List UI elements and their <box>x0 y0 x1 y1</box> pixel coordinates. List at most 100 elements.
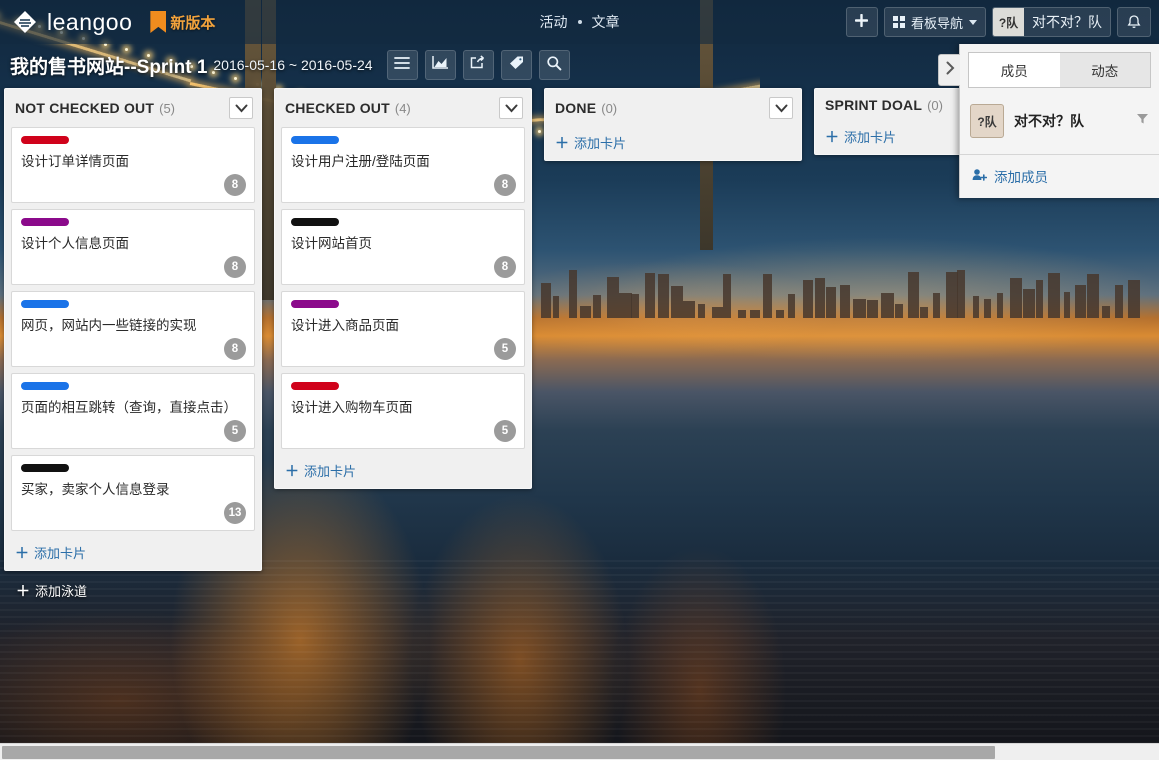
list-title: SPRINT DOAL <box>825 97 922 113</box>
card-title: 设计用户注册/登陆页面 <box>291 153 515 171</box>
user-name-label: 对不对？队 <box>1024 12 1110 32</box>
card[interactable]: 设计用户注册/登陆页面 8 <box>281 127 525 203</box>
add-user-icon <box>972 168 987 184</box>
card-title: 买家，卖家个人信息登录 <box>21 481 245 499</box>
card[interactable]: 设计进入购物车页面 5 <box>281 373 525 449</box>
card-title: 设计进入商品页面 <box>291 317 515 335</box>
tab-members[interactable]: 成员 <box>968 52 1060 88</box>
card[interactable]: 设计网站首页 8 <box>281 209 525 285</box>
card-title: 页面的相互跳转（查询，直接点击） <box>21 399 245 417</box>
story-points-badge: 5 <box>494 420 516 442</box>
list-menu-button[interactable] <box>229 97 253 119</box>
member-row[interactable]: ?队 对不对？队 <box>960 98 1159 154</box>
story-points-badge: 13 <box>224 502 246 524</box>
list-card-count: (4) <box>395 101 411 116</box>
story-points-badge: 8 <box>224 338 246 360</box>
plus-icon: ＋ <box>285 464 299 478</box>
plus-icon: ＋ <box>16 584 30 598</box>
card-label-bar <box>291 300 339 308</box>
add-card-button[interactable]: ＋ 添加卡片 <box>5 537 261 566</box>
story-points-badge: 5 <box>494 338 516 360</box>
card[interactable]: 设计订单详情页面 8 <box>11 127 255 203</box>
tab-activity[interactable]: 动态 <box>1060 52 1152 88</box>
list-card-count: (0) <box>601 101 617 116</box>
add-card-label: 添加卡片 <box>844 127 896 146</box>
list-column: NOT CHECKED OUT (5) 设计订单详情页面 8 设计个人信息页面 8 网页，网… <box>4 88 262 571</box>
app-logo[interactable]: leangoo <box>12 9 132 36</box>
nav-link-activity[interactable]: 活动 <box>540 12 568 32</box>
card-label-bar <box>291 218 339 226</box>
share-icon-button[interactable] <box>463 50 494 80</box>
add-card-button[interactable]: ＋ 添加卡片 <box>275 455 531 484</box>
card[interactable]: 买家，卖家个人信息登录 13 <box>11 455 255 531</box>
chart-icon <box>432 55 449 75</box>
list-column: DONE (0) ＋ 添加卡片 <box>544 88 802 161</box>
panel-collapse-button[interactable] <box>938 54 960 86</box>
list-title: NOT CHECKED OUT <box>15 100 154 116</box>
card-title: 设计网站首页 <box>291 235 515 253</box>
card[interactable]: 页面的相互跳转（查询，直接点击） 5 <box>11 373 255 449</box>
new-version-badge[interactable]: 新版本 <box>150 11 215 33</box>
card-label-bar <box>21 382 69 390</box>
list-title: DONE <box>555 100 596 116</box>
list-menu-button[interactable] <box>769 97 793 119</box>
list-header: DONE (0) <box>545 89 801 127</box>
page-title: 我的售书网站--Sprint 1 <box>10 52 207 79</box>
board-nav-label: 看板导航 <box>911 13 963 32</box>
leangoo-diamond-logo-icon <box>12 9 38 35</box>
board-nav-button[interactable]: 看板导航 <box>884 7 986 37</box>
add-swimlane-label: 添加泳道 <box>35 581 87 600</box>
user-menu[interactable]: ?队 对不对？队 <box>992 7 1111 37</box>
story-points-badge: 8 <box>494 174 516 196</box>
list-header: CHECKED OUT (4) <box>275 89 531 127</box>
scrollbar-thumb[interactable] <box>2 746 995 759</box>
plus-icon: ＋ <box>825 130 839 144</box>
tag-icon <box>508 55 525 75</box>
list-menu-button[interactable] <box>499 97 523 119</box>
card-title: 设计进入购物车页面 <box>291 399 515 417</box>
add-swimlane-button[interactable]: ＋ 添加泳道 <box>16 581 87 600</box>
card-title: 网页，网站内一些链接的实现 <box>21 317 245 335</box>
menu-icon-button[interactable] <box>387 50 418 80</box>
search-icon <box>546 55 562 76</box>
card[interactable]: 网页，网站内一些链接的实现 8 <box>11 291 255 367</box>
menu-icon <box>394 56 410 75</box>
top-navigation-bar: leangoo 新版本 活动 文章 看板导航 ?队 对不对？队 <box>0 0 1159 44</box>
panel-tabs: 成员 动态 <box>960 44 1159 98</box>
add-member-button[interactable]: 添加成员 <box>960 155 1159 198</box>
list-card-count: (5) <box>159 101 175 116</box>
add-card-button[interactable]: ＋ 添加卡片 <box>545 127 801 156</box>
chart-icon-button[interactable] <box>425 50 456 80</box>
card-title: 设计订单详情页面 <box>21 153 245 171</box>
add-button[interactable] <box>846 7 878 37</box>
plus-icon: ＋ <box>15 546 29 560</box>
card-list: 设计订单详情页面 8 设计个人信息页面 8 网页，网站内一些链接的实现 8 页面的相互跳转（… <box>5 127 261 531</box>
share-icon <box>470 55 486 75</box>
add-card-label: 添加卡片 <box>574 133 626 152</box>
card-label-bar <box>21 136 69 144</box>
board-date-range: 2016-05-16 ~ 2016-05-24 <box>213 57 372 73</box>
chevron-down-icon <box>969 20 977 25</box>
card-label-bar <box>21 300 69 308</box>
tag-icon-button[interactable] <box>501 50 532 80</box>
member-avatar: ?队 <box>970 104 1004 138</box>
horizontal-scrollbar[interactable] <box>0 743 1159 760</box>
card-list: 设计用户注册/登陆页面 8 设计网站首页 8 设计进入商品页面 5 设计进入购物车页面 5 <box>275 127 531 449</box>
app-logo-text: leangoo <box>47 9 132 36</box>
story-points-badge: 5 <box>224 420 246 442</box>
notifications-button[interactable] <box>1117 7 1151 37</box>
list-card-count: (0) <box>927 98 943 113</box>
bell-icon <box>1126 14 1142 30</box>
nav-link-article[interactable]: 文章 <box>592 12 620 32</box>
card[interactable]: 设计进入商品页面 5 <box>281 291 525 367</box>
card-label-bar <box>291 382 339 390</box>
card[interactable]: 设计个人信息页面 8 <box>11 209 255 285</box>
add-card-label: 添加卡片 <box>304 461 356 480</box>
story-points-badge: 8 <box>224 174 246 196</box>
plus-icon: ＋ <box>555 136 569 150</box>
search-icon-button[interactable] <box>539 50 570 80</box>
story-points-badge: 8 <box>494 256 516 278</box>
filter-icon[interactable] <box>1136 112 1149 130</box>
card-title: 设计个人信息页面 <box>21 235 245 253</box>
list-header: NOT CHECKED OUT (5) <box>5 89 261 127</box>
